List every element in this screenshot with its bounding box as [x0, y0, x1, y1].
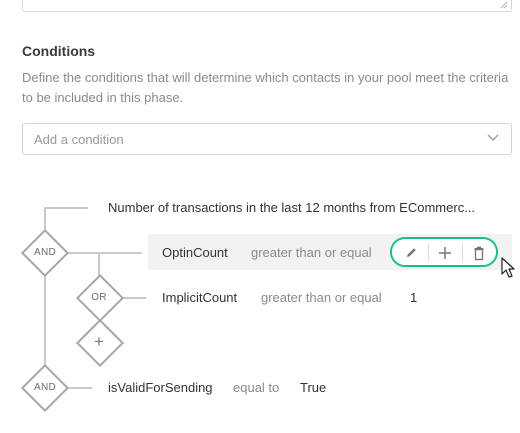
condition-operator: equal to: [233, 380, 280, 395]
section-title: Conditions: [22, 43, 96, 59]
and-operator-label: AND: [33, 247, 56, 258]
tree-line: [98, 252, 142, 254]
condition-actions: [390, 237, 498, 267]
or-operator-label: OR: [91, 292, 107, 303]
plus-icon: +: [94, 332, 104, 351]
condition-field: isValidForSending: [108, 380, 213, 395]
resize-grip-icon[interactable]: [500, 1, 508, 9]
condition-value: True: [300, 380, 327, 395]
add-condition-placeholder: Add a condition: [34, 132, 124, 147]
plus-icon[interactable]: [434, 244, 456, 262]
mouse-cursor-icon: [501, 257, 515, 278]
section-description: Define the conditions that will determin…: [22, 70, 509, 105]
chevron-down-icon: [487, 134, 499, 141]
description-textarea[interactable]: [22, 0, 512, 12]
condition-value: 1: [410, 290, 418, 305]
add-condition-dropdown[interactable]: Add a condition: [22, 123, 512, 155]
and-operator-label: AND: [33, 382, 56, 393]
condition-field: ImplicitCount: [162, 290, 238, 305]
root-condition-text[interactable]: Number of transactions in the last 12 mo…: [108, 200, 475, 215]
condition-operator: greater than or equal: [251, 245, 372, 260]
condition-operator: greater than or equal: [261, 290, 382, 305]
condition-field: OptinCount: [162, 245, 228, 260]
trash-icon[interactable]: [468, 244, 490, 262]
tree-line: [44, 207, 88, 209]
pencil-icon[interactable]: [400, 244, 422, 262]
